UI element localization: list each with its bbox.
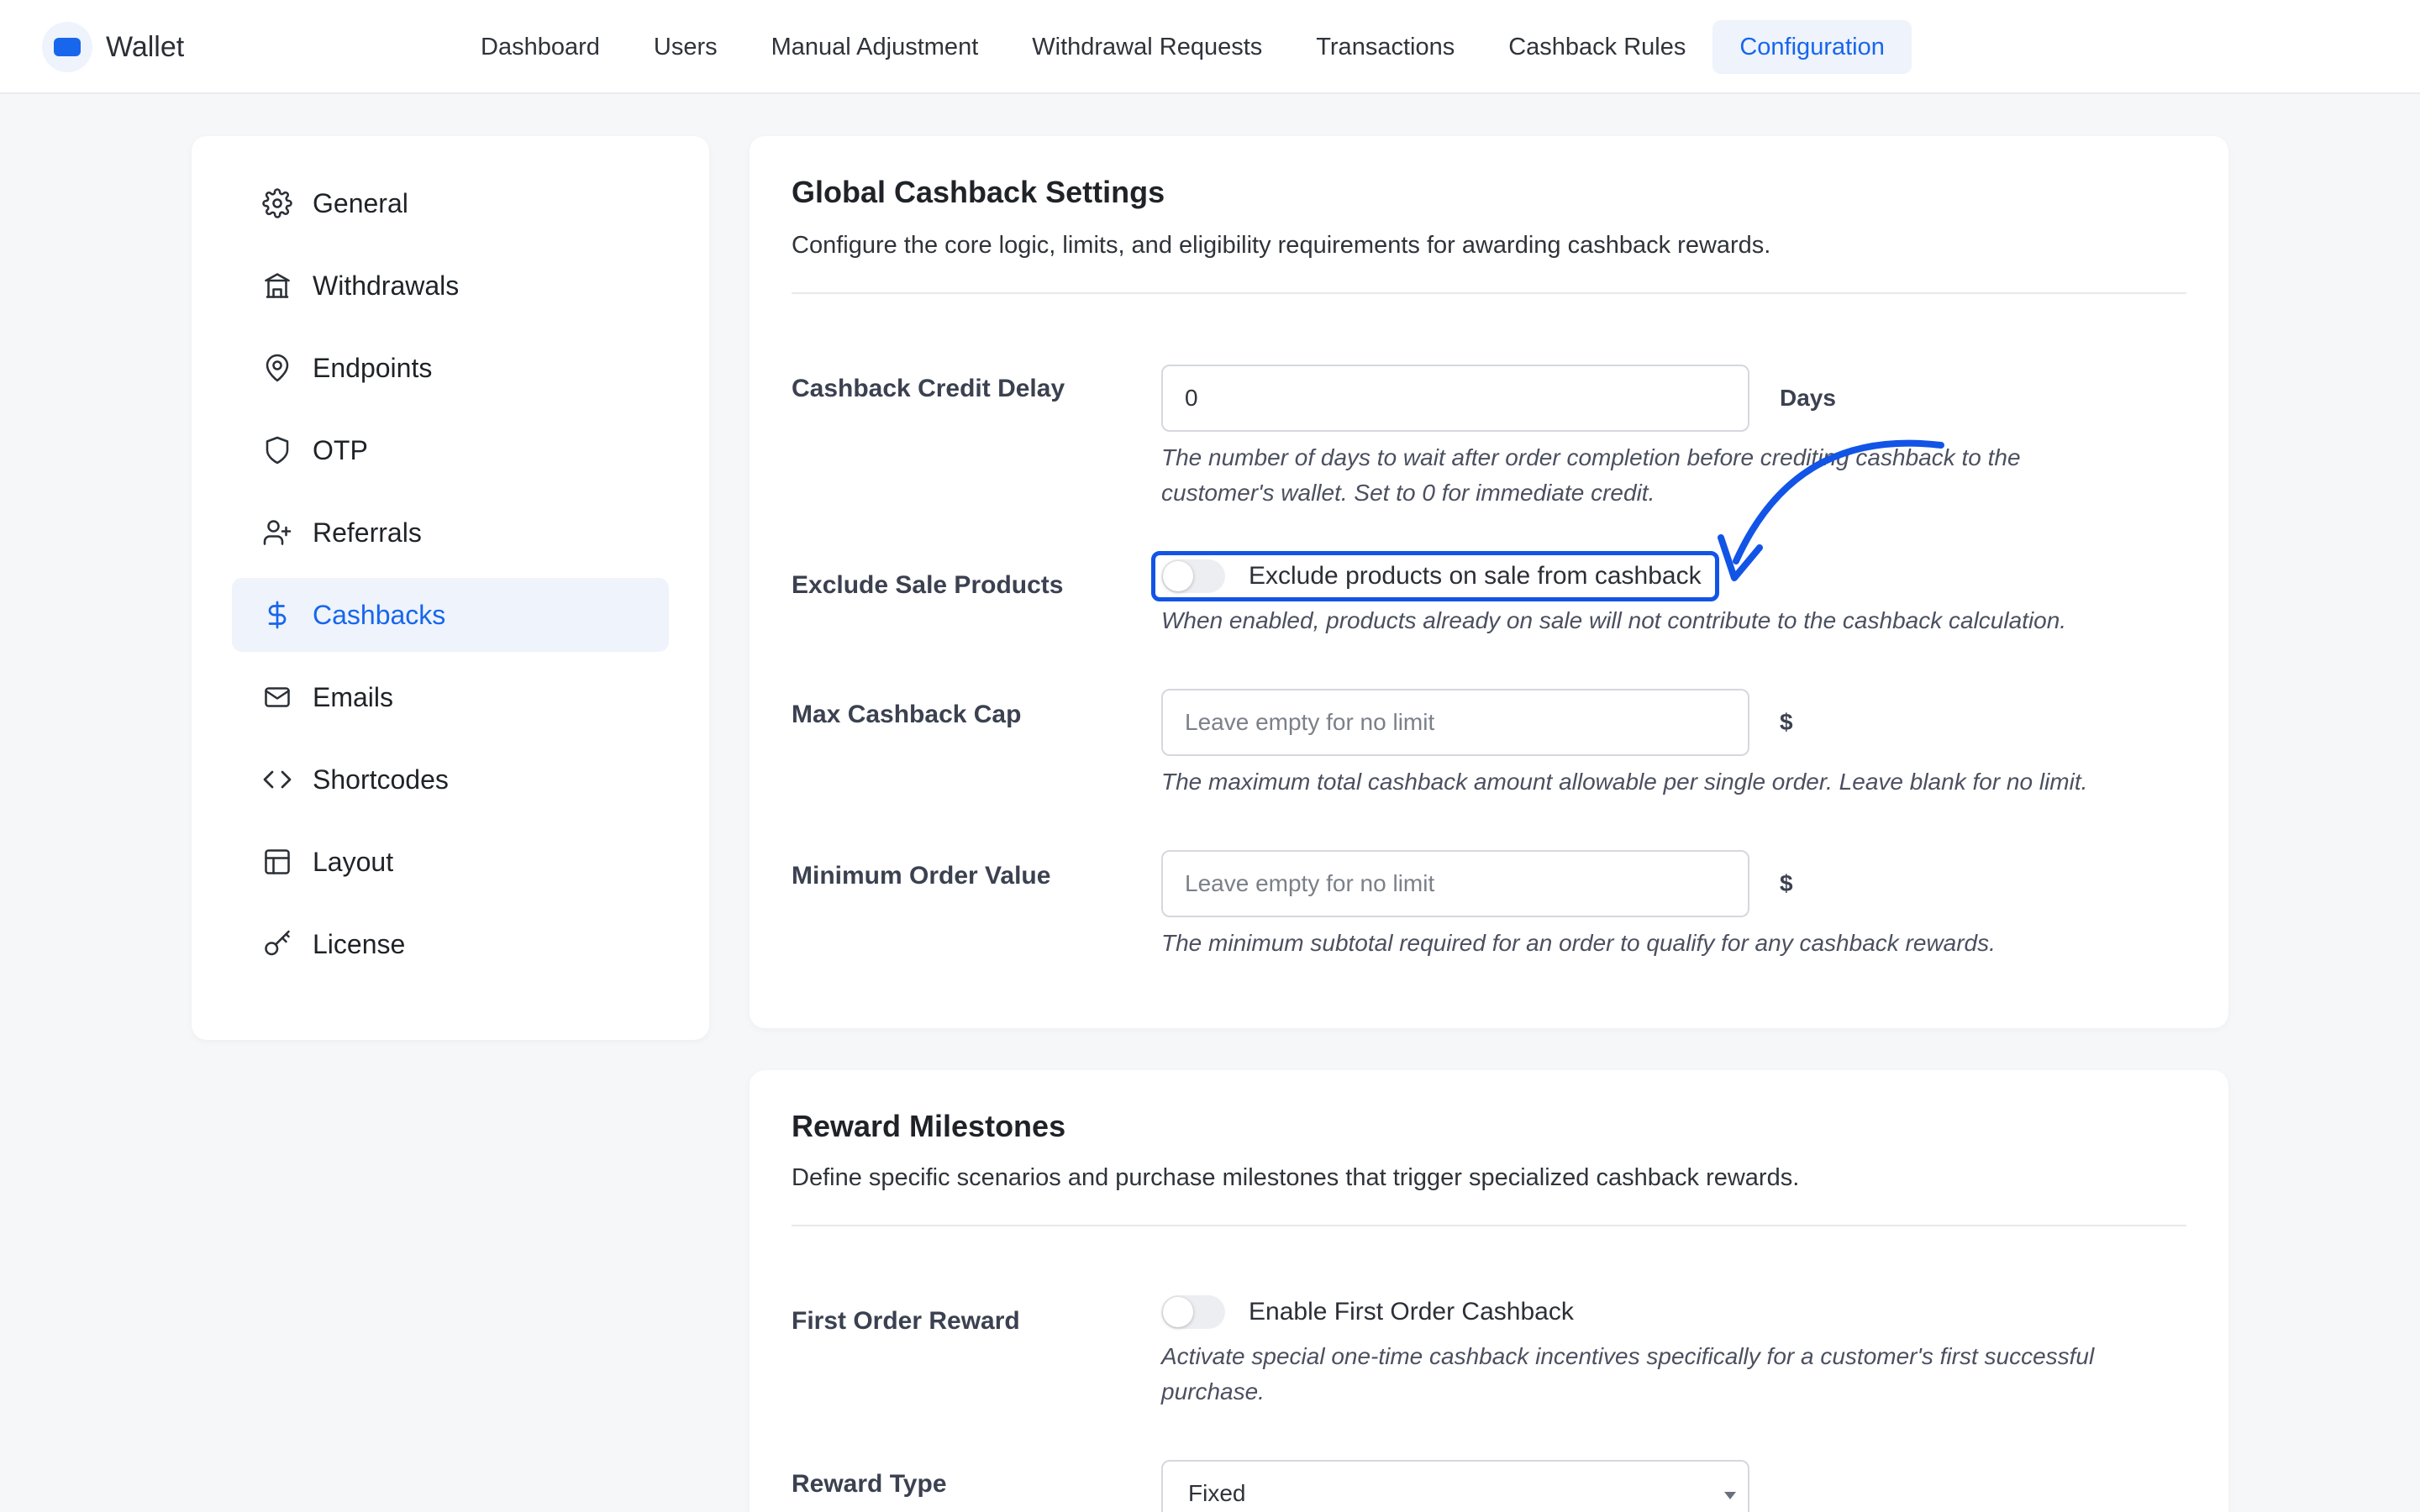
first-order-toggle[interactable] [1161, 1295, 1225, 1329]
first-order-toggle-label[interactable]: Enable First Order Cashback [1249, 1298, 1574, 1326]
sidebar-item-general[interactable]: General [232, 166, 669, 240]
mail-icon [262, 682, 292, 712]
sidebar-item-label: General [313, 187, 408, 218]
sidebar-item-label: Endpoints [313, 352, 433, 383]
sidebar-item-referrals[interactable]: Referrals [232, 496, 669, 570]
divider [792, 292, 2186, 294]
sidebar-item-label: Layout [313, 846, 394, 877]
sidebar-item-label: OTP [313, 434, 368, 465]
nav-item-manual-adjustment[interactable]: Manual Adjustment [744, 20, 1006, 74]
card-description: Configure the core logic, limits, and el… [792, 232, 1771, 259]
nav-item-transactions[interactable]: Transactions [1289, 20, 1481, 74]
min-order-input[interactable] [1161, 850, 1749, 917]
gear-icon [262, 188, 292, 218]
exclude-sale-label: Exclude Sale Products [792, 571, 1064, 599]
reward-type-label: Reward Type [792, 1470, 947, 1498]
sidebar-item-endpoints[interactable]: Endpoints [232, 331, 669, 405]
min-order-label: Minimum Order Value [792, 862, 1051, 890]
global-cashback-settings-card: Global Cashback Settings Configure the c… [750, 136, 2228, 1028]
dollar-icon [262, 600, 292, 630]
sidebar-item-layout[interactable]: Layout [232, 825, 669, 899]
nav-item-cashback-rules[interactable]: Cashback Rules [1481, 20, 1712, 74]
map-pin-icon [262, 353, 292, 383]
chevron-down-icon [1724, 1492, 1736, 1499]
exclude-sale-help: When enabled, products already on sale w… [1161, 607, 2067, 633]
first-order-help-line-2: purchase. [1161, 1378, 1265, 1404]
reward-type-select[interactable]: Fixed [1161, 1460, 1749, 1512]
max-cap-help: The maximum total cashback amount allowa… [1161, 769, 2088, 795]
sidebar-item-license[interactable]: License [232, 907, 669, 981]
sidebar-item-shortcodes[interactable]: Shortcodes [232, 743, 669, 816]
card-title: Global Cashback Settings [792, 175, 1165, 209]
sidebar-item-label: Shortcodes [313, 764, 449, 795]
annotation-highlight-box [1151, 551, 1719, 601]
reward-type-selected-value: Fixed [1188, 1480, 1246, 1506]
divider [792, 1225, 2186, 1226]
credit-delay-input[interactable] [1161, 365, 1749, 432]
max-cap-label: Max Cashback Cap [792, 701, 1022, 728]
nav-item-users[interactable]: Users [627, 20, 744, 74]
shield-icon [262, 435, 292, 465]
max-cap-unit: $ [1780, 709, 1793, 735]
code-icon [262, 764, 292, 795]
main-nav: Dashboard Users Manual Adjustment Withdr… [454, 20, 1912, 74]
credit-delay-help-line-1: The number of days to wait after order c… [1161, 444, 2021, 470]
brand[interactable]: Wallet [42, 22, 184, 72]
max-cap-input[interactable] [1161, 689, 1749, 756]
sidebar-item-label: License [313, 928, 406, 959]
min-order-unit: $ [1780, 870, 1793, 896]
top-navigation-bar: Wallet Dashboard Users Manual Adjustment… [0, 0, 2420, 94]
sidebar-item-label: Withdrawals [313, 270, 460, 301]
card-title: Reward Milestones [792, 1109, 1066, 1143]
nav-item-configuration[interactable]: Configuration [1712, 20, 1912, 74]
first-order-label: First Order Reward [792, 1307, 1020, 1335]
settings-sidebar: General Withdrawals Endpoints OTP Referr… [192, 136, 709, 1040]
wallet-logo-icon [42, 22, 92, 72]
nav-item-dashboard[interactable]: Dashboard [454, 20, 627, 74]
min-order-help: The minimum subtotal required for an ord… [1161, 930, 1996, 956]
key-icon [262, 929, 292, 959]
credit-delay-help-line-2: customer's wallet. Set to 0 for immediat… [1161, 480, 1655, 506]
credit-delay-unit: Days [1780, 385, 1836, 411]
card-description: Define specific scenarios and purchase m… [792, 1164, 1800, 1191]
first-order-help-line-1: Activate special one-time cashback incen… [1161, 1343, 2095, 1369]
sidebar-item-cashbacks[interactable]: Cashbacks [232, 578, 669, 652]
user-plus-icon [262, 517, 292, 548]
first-order-toggle-row: Enable First Order Cashback [1161, 1290, 1574, 1334]
layout-icon [262, 847, 292, 877]
brand-name: Wallet [106, 30, 185, 63]
sidebar-item-label: Cashbacks [313, 599, 446, 630]
sidebar-item-label: Emails [313, 681, 394, 712]
sidebar-item-otp[interactable]: OTP [232, 413, 669, 487]
sidebar-item-emails[interactable]: Emails [232, 660, 669, 734]
bank-icon [262, 270, 292, 301]
reward-milestones-card: Reward Milestones Define specific scenar… [750, 1070, 2228, 1512]
credit-delay-label: Cashback Credit Delay [792, 375, 1065, 402]
sidebar-item-withdrawals[interactable]: Withdrawals [232, 249, 669, 323]
sidebar-item-label: Referrals [313, 517, 422, 548]
nav-item-withdrawal-requests[interactable]: Withdrawal Requests [1005, 20, 1289, 74]
